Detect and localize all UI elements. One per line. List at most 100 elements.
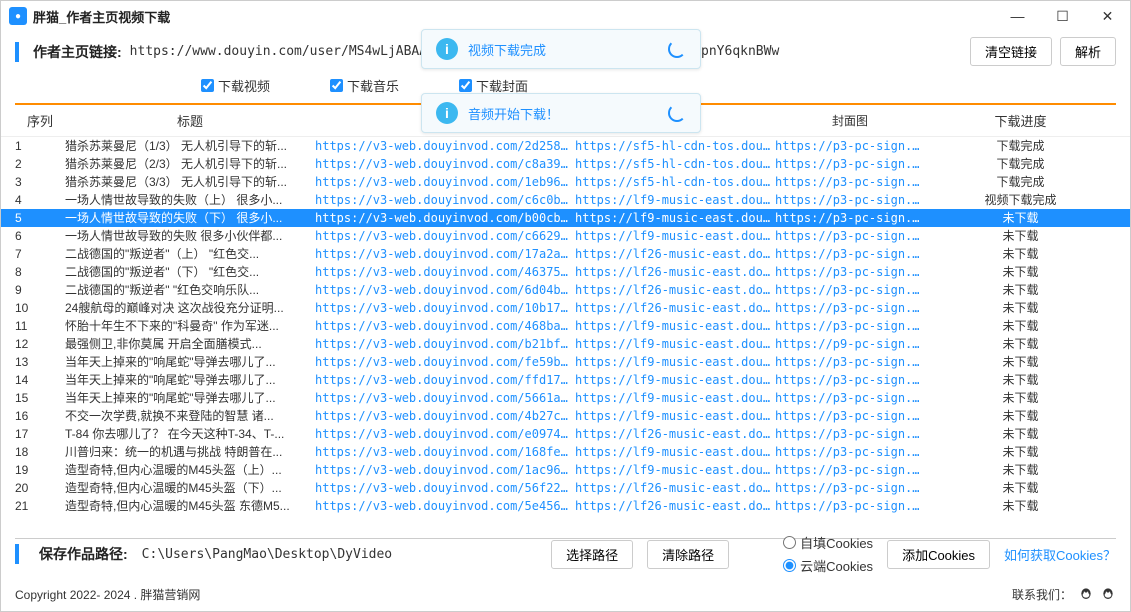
accent-indicator — [15, 42, 19, 62]
table-row[interactable]: 9二战德国的"叛逆者" "红色交响乐队...https://v3-web.dou… — [1, 281, 1130, 299]
copyright: Copyright 2022- 2024 . 胖猫营销网 — [15, 586, 200, 603]
qq-icon[interactable] — [1078, 587, 1094, 603]
cell-cover-url: https://p3-pc-sign... — [775, 227, 925, 245]
window-title: 胖猫_作者主页视频下载 — [33, 7, 170, 26]
cell-seq: 11 — [15, 317, 65, 335]
table-row[interactable]: 17T-84 你去哪儿了？ 在今天这种T-34、T-...https://v3-… — [1, 425, 1130, 443]
cell-video-url: https://v3-web.douyinvod.com/6d04b7ec29b… — [315, 281, 575, 299]
table-row[interactable]: 20造型奇特,但内心温暖的M45头盔（下）...https://v3-web.d… — [1, 479, 1130, 497]
cell-status: 未下载 — [925, 479, 1116, 497]
cell-cover-url: https://p3-pc-sign... — [775, 425, 925, 443]
table-row[interactable]: 12最强侧卫,非你莫属 开启全面膳模式...https://v3-web.dou… — [1, 335, 1130, 353]
cell-seq: 20 — [15, 479, 65, 497]
cell-music-url: https://lf9-music-east.douyi... — [575, 407, 775, 425]
table-row[interactable]: 18川普归来：统一的机遇与挑战 特朗普在...https://v3-web.do… — [1, 443, 1130, 461]
header-seq: 序列 — [15, 111, 65, 130]
cell-video-url: https://v3-web.douyinvod.com/168febfcf9.… — [315, 443, 575, 461]
cell-cover-url: https://p3-pc-sign... — [775, 209, 925, 227]
download-video-checkbox[interactable]: 下载视频 — [201, 76, 270, 95]
cell-status: 下载完成 — [925, 155, 1116, 173]
cell-title: 不交一次学费,就换不来登陆的智慧 诸... — [65, 407, 315, 425]
qq-icon[interactable] — [1100, 587, 1116, 603]
table-row[interactable]: 6一场人情世故导致的失败 很多小伙伴都...https://v3-web.dou… — [1, 227, 1130, 245]
table-row[interactable]: 7二战德国的"叛逆者"（上） "红色交...https://v3-web.dou… — [1, 245, 1130, 263]
cell-video-url: https://v3-web.douyinvod.com/fe59bd823c7… — [315, 353, 575, 371]
cell-seq: 15 — [15, 389, 65, 407]
clear-path-button[interactable]: 清除路径 — [647, 540, 729, 569]
table-row[interactable]: 15当年天上掉来的"响尾蛇"导弹去哪儿了...https://v3-web.do… — [1, 389, 1130, 407]
cell-cover-url: https://p3-pc-sign... — [775, 389, 925, 407]
table-row[interactable]: 21造型奇特,但内心温暖的M45头盔 东德M5...https://v3-web… — [1, 497, 1130, 515]
select-path-button[interactable]: 选择路径 — [551, 540, 633, 569]
cell-cover-url: https://p3-pc-sign... — [775, 155, 925, 173]
table-row[interactable]: 8二战德国的"叛逆者"（下） "红色交...https://v3-web.dou… — [1, 263, 1130, 281]
cell-cover-url: https://p3-pc-sign... — [775, 299, 925, 317]
cell-status: 未下载 — [925, 371, 1116, 389]
cookies-help-link[interactable]: 如何获取Cookies？ — [1004, 545, 1116, 564]
cell-video-url: https://v3-web.douyinvod.com/b00cb837e4b… — [315, 209, 575, 227]
cell-title: 一场人情世故导致的失败（上） 很多小... — [65, 191, 315, 209]
cell-title: 猎杀苏莱曼尼（1/3） 无人机引导下的斩... — [65, 137, 315, 155]
add-cookies-button[interactable]: 添加Cookies — [887, 540, 990, 569]
toast-audio-start: i 音频开始下载！ — [421, 93, 701, 133]
url-label: 作者主页链接: — [33, 42, 122, 62]
table-row[interactable]: 4一场人情世故导致的失败（上） 很多小...https://v3-web.dou… — [1, 191, 1130, 209]
minimize-button[interactable]: — — [995, 1, 1040, 31]
cell-music-url: https://lf9-music-east.douyi... — [575, 353, 775, 371]
cell-title: 二战德国的"叛逆者" "红色交响乐队... — [65, 281, 315, 299]
cell-music-url: https://lf26-music-east.douy... — [575, 479, 775, 497]
maximize-button[interactable]: ☐ — [1040, 1, 1085, 31]
cell-seq: 1 — [15, 137, 65, 155]
radio-cloud-cookies[interactable]: 云端Cookies — [783, 556, 873, 575]
footer: Copyright 2022- 2024 . 胖猫营销网 联系我们： — [1, 582, 1130, 607]
table-row[interactable]: 14当年天上掉来的"响尾蛇"导弹去哪儿了...https://v3-web.do… — [1, 371, 1130, 389]
table-row[interactable]: 3猎杀苏莱曼尼（3/3） 无人机引导下的斩...https://v3-web.d… — [1, 173, 1130, 191]
cell-cover-url: https://p3-pc-sign... — [775, 371, 925, 389]
clear-url-button[interactable]: 清空链接 — [970, 37, 1052, 66]
info-icon: i — [436, 102, 458, 124]
radio-self-cookies[interactable]: 自填Cookies — [783, 533, 873, 552]
table-row[interactable]: 2猎杀苏莱曼尼（2/3） 无人机引导下的斩...https://v3-web.d… — [1, 155, 1130, 173]
cell-video-url: https://v3-web.douyinvod.com/4b27c3b401c… — [315, 407, 575, 425]
cell-status: 未下载 — [925, 317, 1116, 335]
cell-cover-url: https://p3-pc-sign... — [775, 479, 925, 497]
cell-cover-url: https://p3-pc-sign... — [775, 353, 925, 371]
parse-button[interactable]: 解析 — [1060, 37, 1116, 66]
cell-video-url: https://v3-web.douyinvod.com/46375f301e1… — [315, 263, 575, 281]
cell-video-url: https://v3-web.douyinvod.com/10b17e561dd… — [315, 299, 575, 317]
download-music-checkbox[interactable]: 下载音乐 — [330, 76, 399, 95]
table-row[interactable]: 19造型奇特,但内心温暖的M45头盔（上）...https://v3-web.d… — [1, 461, 1130, 479]
cell-music-url: https://lf26-music-east.douy... — [575, 281, 775, 299]
cell-cover-url: https://p9-pc-sign... — [775, 335, 925, 353]
table-row[interactable]: 13当年天上掉来的"响尾蛇"导弹去哪儿了...https://v3-web.do… — [1, 353, 1130, 371]
cell-title: 当年天上掉来的"响尾蛇"导弹去哪儿了... — [65, 389, 315, 407]
cell-title: 猎杀苏莱曼尼（2/3） 无人机引导下的斩... — [65, 155, 315, 173]
table-row[interactable]: 11怀胎十年生不下来的"科曼奇" 作为军迷...https://v3-web.d… — [1, 317, 1130, 335]
cell-video-url: https://v3-web.douyinvod.com/56f223926a3… — [315, 479, 575, 497]
cell-music-url: https://lf26-music-east.douy... — [575, 245, 775, 263]
header-status: 下载进度 — [925, 111, 1116, 130]
cell-status: 下载完成 — [925, 137, 1116, 155]
cell-status: 未下载 — [925, 263, 1116, 281]
cell-cover-url: https://p3-pc-sign... — [775, 191, 925, 209]
cell-title: 怀胎十年生不下来的"科曼奇" 作为军迷... — [65, 317, 315, 335]
toast-video-done: i 视频下载完成 — [421, 29, 701, 69]
close-window-button[interactable]: ✕ — [1085, 1, 1130, 31]
cell-status: 未下载 — [925, 299, 1116, 317]
cell-music-url: https://sf5-hl-cdn-tos.douyi... — [575, 173, 775, 191]
table-row[interactable]: 1猎杀苏莱曼尼（1/3） 无人机引导下的斩...https://v3-web.d… — [1, 137, 1130, 155]
cell-status: 视频下载完成 — [925, 191, 1116, 209]
cell-title: 24艘航母的巅峰对决 这次战役充分证明... — [65, 299, 315, 317]
cell-title: 二战德国的"叛逆者"（上） "红色交... — [65, 245, 315, 263]
cell-music-url: https://sf5-hl-cdn-tos.douyi... — [575, 155, 775, 173]
table-row[interactable]: 16不交一次学费,就换不来登陆的智慧 诸...https://v3-web.do… — [1, 407, 1130, 425]
app-logo-icon: ● — [9, 7, 27, 25]
table-row[interactable]: 1024艘航母的巅峰对决 这次战役充分证明...https://v3-web.d… — [1, 299, 1130, 317]
table-row[interactable]: 5一场人情世故导致的失败（下） 很多小...https://v3-web.dou… — [1, 209, 1130, 227]
cell-title: 二战德国的"叛逆者"（下） "红色交... — [65, 263, 315, 281]
cell-status: 未下载 — [925, 461, 1116, 479]
cell-status: 未下载 — [925, 497, 1116, 515]
cell-seq: 8 — [15, 263, 65, 281]
cell-video-url: https://v3-web.douyinvod.com/ffd1762fb3d… — [315, 371, 575, 389]
cell-seq: 13 — [15, 353, 65, 371]
